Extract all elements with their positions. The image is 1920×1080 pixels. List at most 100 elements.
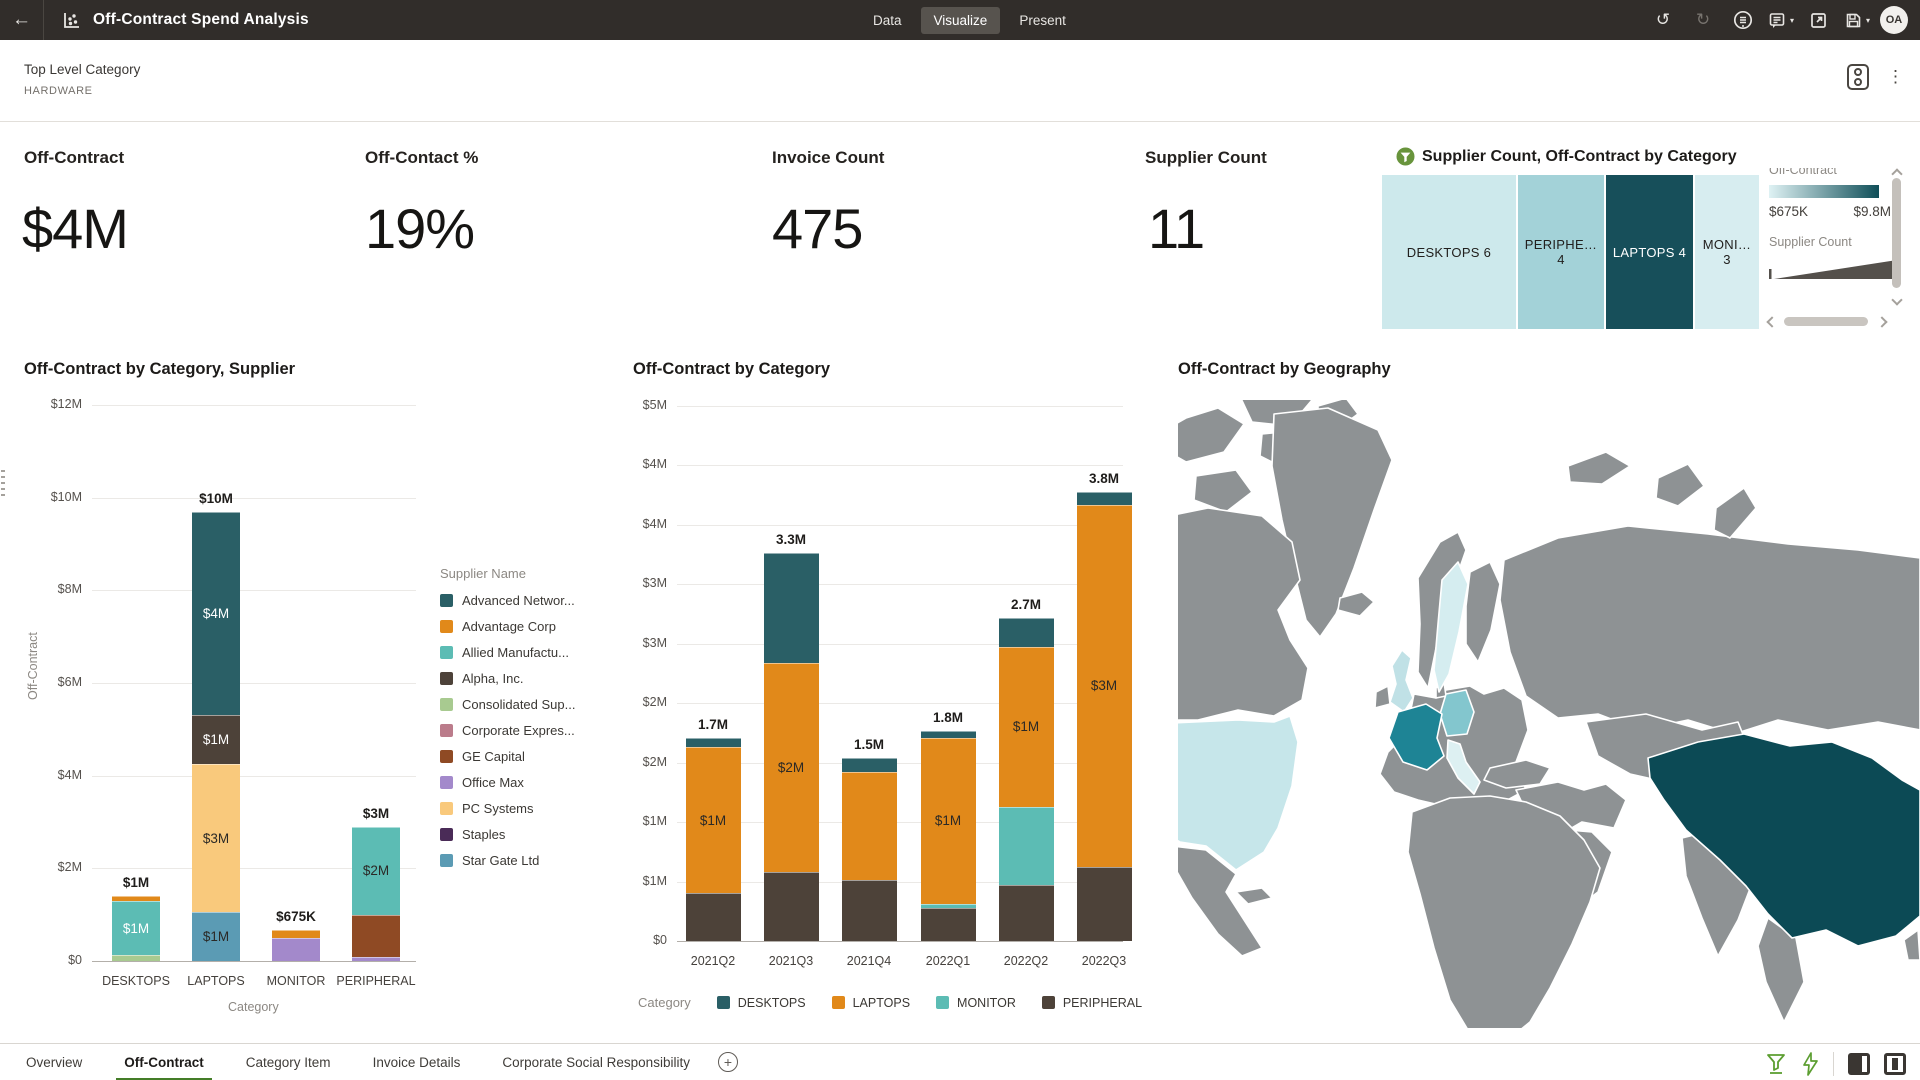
tab-visualize[interactable]: Visualize [921,7,1001,34]
comments-icon[interactable]: ▾ [1768,11,1794,30]
tab-invoice-details[interactable]: Invoice Details [371,1045,463,1080]
bar-segment[interactable]: $2M [764,663,819,872]
treemap-tile[interactable]: MONI… 3 [1695,175,1759,329]
scroll-down-icon[interactable] [1891,294,1902,305]
bar-segment[interactable] [1077,492,1132,505]
avatar[interactable]: OA [1880,6,1908,34]
legend-item[interactable]: LAPTOPS [832,996,910,1010]
bar-segment[interactable] [764,553,819,662]
bar-segment[interactable] [764,872,819,941]
bar-segment[interactable]: $4M [192,512,240,716]
bar-segment[interactable]: $1M [112,901,160,956]
map-region-russia[interactable] [1714,488,1756,538]
kpi-supplier-count-value: 11 [1148,196,1204,261]
legend-item[interactable]: Corporate Expres... [440,723,575,738]
scroll-right-icon[interactable] [1876,316,1887,327]
tab-present[interactable]: Present [1006,7,1079,34]
bar-segment[interactable] [921,908,976,941]
scroll-left-icon[interactable] [1766,316,1777,327]
legend-item[interactable]: DESKTOPS [717,996,806,1010]
bar-segment[interactable]: $1M [921,738,976,904]
filter-label[interactable]: Top Level Category [24,62,140,77]
legend-item[interactable]: Allied Manufactu... [440,645,575,660]
legend-item[interactable]: Staples [440,827,575,842]
legend-item[interactable]: GE Capital [440,749,575,764]
tab-category-item[interactable]: Category Item [244,1045,333,1080]
map-region-africa[interactable] [1408,796,1600,1028]
bar-segment[interactable] [842,772,897,880]
tab-overview[interactable]: Overview [24,1045,84,1080]
canvas-drag-handle[interactable] [1,470,5,498]
back-button[interactable]: ← [0,0,44,40]
bar-segment[interactable] [686,738,741,748]
bar-segment[interactable] [1077,867,1132,941]
legend-item[interactable]: Alpha, Inc. [440,671,575,686]
map-region-canada[interactable] [1194,470,1252,512]
tab-data[interactable]: Data [860,7,915,34]
tab-csr[interactable]: Corporate Social Responsibility [500,1045,692,1080]
map-region-united-states[interactable] [1178,716,1298,870]
legend-item[interactable]: Advantage Corp [440,619,575,634]
bar-segment[interactable] [272,938,320,961]
legend-item[interactable]: MONITOR [936,996,1016,1010]
bar-segment[interactable] [842,880,897,941]
bar-segment[interactable] [999,807,1054,885]
map-region-russia[interactable] [1656,464,1704,506]
legend-item[interactable]: Star Gate Ltd [440,853,575,868]
bar-segment[interactable] [921,731,976,738]
bar-segment[interactable]: $1M [192,912,240,961]
save-icon[interactable]: ▾ [1844,11,1870,30]
treemap-tile[interactable]: DESKTOPS 6 [1382,175,1516,329]
bar-segment[interactable] [352,957,400,961]
map-region-ireland[interactable] [1375,686,1390,708]
bar-segment[interactable] [112,896,160,901]
bar-segment[interactable]: $1M [192,715,240,764]
bar-segment[interactable] [999,885,1054,941]
map-region-cuba[interactable] [1236,888,1272,904]
auto-apply-icon[interactable] [1801,1052,1819,1076]
map-region-korea[interactable] [1904,930,1920,960]
map-region-canada[interactable] [1178,408,1244,462]
redo-icon[interactable]: ↻ [1688,5,1718,35]
bar-segment[interactable] [842,758,897,772]
panel-split-icon[interactable] [1884,1053,1906,1075]
legend-item[interactable]: Office Max [440,775,575,790]
bar-segment[interactable] [272,930,320,938]
legend-item[interactable]: PERIPHERAL [1042,996,1142,1010]
legend-item[interactable]: PC Systems [440,801,575,816]
bar-segment[interactable]: $1M [999,647,1054,806]
bar-segment[interactable] [112,955,160,961]
bar-segment[interactable] [686,893,741,941]
insights-icon[interactable] [1728,5,1758,35]
map-region-finland[interactable] [1466,562,1500,662]
map-region-germany[interactable] [1440,690,1474,736]
map-region-russia[interactable] [1500,526,1920,734]
legend-item[interactable]: Advanced Networ... [440,593,575,608]
filter-value[interactable]: HARDWARE [24,85,93,97]
map-region-canada[interactable] [1178,508,1308,720]
bar-segment[interactable]: $3M [1077,505,1132,868]
treemap-tile[interactable]: LAPTOPS 4 [1606,175,1693,329]
bar-segment[interactable]: $2M [352,827,400,915]
horizontal-scrollbar[interactable] [1784,317,1868,326]
treemap-tile[interactable]: PERIPHE… 4 [1518,175,1604,329]
bar-segment[interactable] [999,618,1054,648]
add-canvas-icon[interactable]: + [718,1052,738,1072]
bar-segment[interactable]: $3M [192,764,240,912]
kebab-menu-icon[interactable]: ⋮ [1887,64,1904,90]
legend-item[interactable]: Consolidated Sup... [440,697,575,712]
limit-values-icon[interactable] [1847,64,1869,90]
panel-right-icon[interactable] [1848,1053,1870,1075]
gridline [677,882,1123,883]
open-window-icon[interactable] [1804,5,1834,35]
map-region-united-kingdom[interactable] [1390,650,1413,712]
y-tick-label: $2M [605,695,667,709]
undo-icon[interactable]: ↺ [1648,5,1678,35]
map-region-russia[interactable] [1568,452,1630,484]
bar-segment[interactable] [921,904,976,908]
bar-segment[interactable]: $1M [686,747,741,893]
bar-segment[interactable] [352,915,400,958]
tab-off-contract[interactable]: Off-Contract [122,1045,206,1080]
vertical-scrollbar[interactable] [1892,178,1901,288]
filter-bar-icon[interactable] [1765,1052,1787,1076]
